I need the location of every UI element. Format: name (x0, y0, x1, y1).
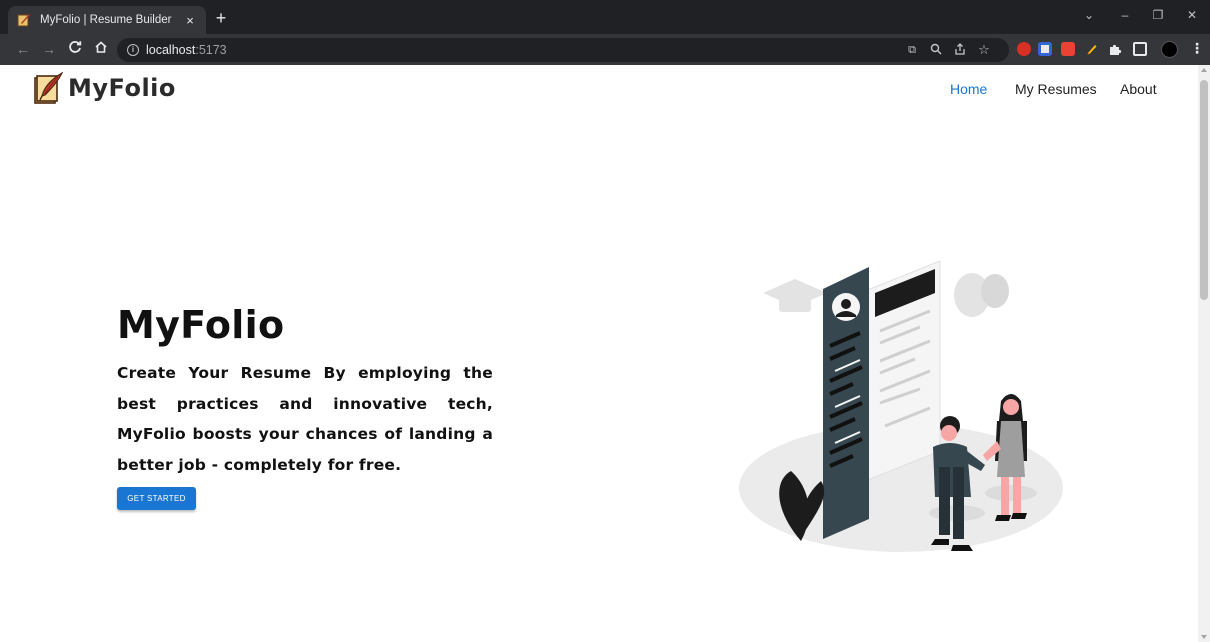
reload-icon[interactable] (66, 40, 84, 58)
screenshot-extension-icon[interactable] (1061, 42, 1075, 56)
url-port: :5173 (195, 43, 227, 57)
scroll-down-icon[interactable] (1201, 635, 1207, 639)
bookmark-star-icon[interactable]: ☆ (977, 43, 991, 57)
browser-menu-icon[interactable]: ⋮ (1190, 40, 1204, 57)
address-bar[interactable]: i localhost:5173 ⧉ ☆ (117, 38, 1009, 62)
url-host: localhost (146, 43, 196, 57)
site-info-icon[interactable]: i (127, 44, 139, 56)
logo-text: MyFolio (68, 74, 176, 102)
close-window-icon[interactable]: ✕ (1181, 8, 1203, 22)
nav-my-resumes[interactable]: My Resumes (1015, 81, 1097, 97)
quill-logo-icon (34, 72, 64, 104)
page-scrollbar[interactable] (1198, 65, 1210, 642)
favicon-icon (16, 12, 32, 28)
scroll-thumb[interactable] (1200, 80, 1208, 300)
extension-icon[interactable] (1038, 42, 1052, 56)
profile-avatar[interactable] (1161, 41, 1178, 58)
hero-title: MyFolio (117, 303, 285, 347)
speech-bubble-icon (954, 273, 1009, 317)
open-in-app-icon[interactable]: ⧉ (905, 43, 919, 57)
minimize-icon[interactable]: – (1114, 8, 1136, 22)
resume-front-panel (823, 267, 869, 539)
graduation-cap-icon (763, 279, 827, 312)
tab-search-icon[interactable]: ⌄ (1078, 8, 1100, 22)
browser-tab-strip: MyFolio | Resume Builder × + ⌄ – ❐ ✕ (0, 0, 1210, 34)
adblock-extension-icon[interactable] (1017, 42, 1031, 56)
home-icon[interactable] (92, 40, 110, 58)
scroll-up-icon[interactable] (1201, 68, 1207, 72)
extensions-puzzle-icon[interactable] (1108, 42, 1122, 56)
hero-illustration (739, 260, 1063, 552)
nav-home[interactable]: Home (950, 81, 987, 97)
restore-icon[interactable]: ❐ (1147, 8, 1169, 22)
browser-toolbar: ← → i localhost:5173 ⧉ ☆ ⋮ (0, 34, 1210, 65)
page-viewport: MyFolio Home My Resumes About MyFolio Cr… (0, 65, 1198, 642)
side-panel-icon[interactable] (1133, 42, 1147, 56)
get-started-button[interactable]: GET STARTED (117, 487, 196, 510)
hero-description: Create Your Resume By employing the best… (117, 364, 493, 474)
zoom-icon[interactable] (929, 43, 943, 57)
share-icon[interactable] (953, 43, 967, 57)
close-tab-icon[interactable]: × (182, 13, 198, 28)
browser-tab[interactable]: MyFolio | Resume Builder × (8, 6, 206, 34)
forward-icon[interactable]: → (40, 40, 58, 58)
back-icon[interactable]: ← (14, 40, 32, 58)
tab-title: MyFolio | Resume Builder (40, 14, 172, 26)
nav-about[interactable]: About (1120, 81, 1157, 97)
new-tab-button[interactable]: + (211, 8, 231, 28)
pen-extension-icon[interactable] (1085, 42, 1099, 56)
resume-back-sheet (864, 260, 941, 482)
site-logo[interactable]: MyFolio (34, 72, 176, 104)
